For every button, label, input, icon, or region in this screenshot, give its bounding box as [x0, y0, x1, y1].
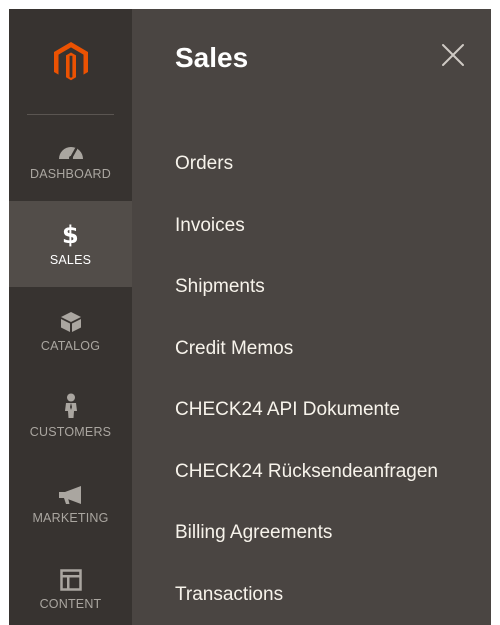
- menu-item-invoices[interactable]: Invoices: [175, 215, 438, 277]
- menu-item-credit-memos[interactable]: Credit Memos: [175, 338, 438, 400]
- sidebar-item-customers[interactable]: CUSTOMERS: [9, 373, 132, 459]
- sidebar-item-sales[interactable]: $ SALES: [9, 201, 132, 287]
- menu-item-orders[interactable]: Orders: [175, 153, 438, 215]
- admin-frame: DASHBOARD $ SALES CATALOG CUSTOMERS MARK…: [9, 9, 491, 625]
- dashboard-icon: [57, 135, 85, 161]
- sales-submenu: Orders Invoices Shipments Credit Memos C…: [175, 153, 438, 625]
- layout-icon: [59, 565, 82, 591]
- box-icon: [60, 307, 82, 333]
- sidebar-item-label: CONTENT: [39, 597, 102, 611]
- menu-item-shipments[interactable]: Shipments: [175, 276, 438, 338]
- sidebar-item-label: SALES: [49, 253, 92, 267]
- menu-item-billing-agreements[interactable]: Billing Agreements: [175, 522, 438, 584]
- close-icon[interactable]: [441, 43, 465, 67]
- person-icon: [63, 393, 79, 419]
- dollar-icon: $: [62, 221, 79, 249]
- sidebar-item-marketing[interactable]: MARKETING: [9, 459, 132, 545]
- sidebar-item-label: CUSTOMERS: [29, 425, 112, 439]
- sidebar-item-label: CATALOG: [40, 339, 101, 353]
- menu-item-transactions[interactable]: Transactions: [175, 584, 438, 625]
- sidebar-item-label: MARKETING: [32, 511, 109, 525]
- sales-menu-panel: Sales Orders Invoices Shipments Credit M…: [132, 9, 491, 625]
- sidebar-item-dashboard[interactable]: DASHBOARD: [9, 115, 132, 201]
- magento-logo-icon: [53, 42, 88, 81]
- menu-item-check24-api-dokumente[interactable]: CHECK24 API Dokumente: [175, 399, 438, 461]
- sidebar-item-label: DASHBOARD: [30, 167, 111, 181]
- admin-sidebar: DASHBOARD $ SALES CATALOG CUSTOMERS MARK…: [9, 9, 132, 625]
- menu-item-check24-ruecksendeanfragen[interactable]: CHECK24 Rücksendeanfragen: [175, 461, 438, 523]
- panel-title: Sales: [175, 42, 249, 73]
- megaphone-icon: [57, 479, 85, 505]
- sidebar-item-content[interactable]: CONTENT: [9, 545, 132, 625]
- logo[interactable]: [9, 9, 132, 115]
- sidebar-item-catalog[interactable]: CATALOG: [9, 287, 132, 373]
